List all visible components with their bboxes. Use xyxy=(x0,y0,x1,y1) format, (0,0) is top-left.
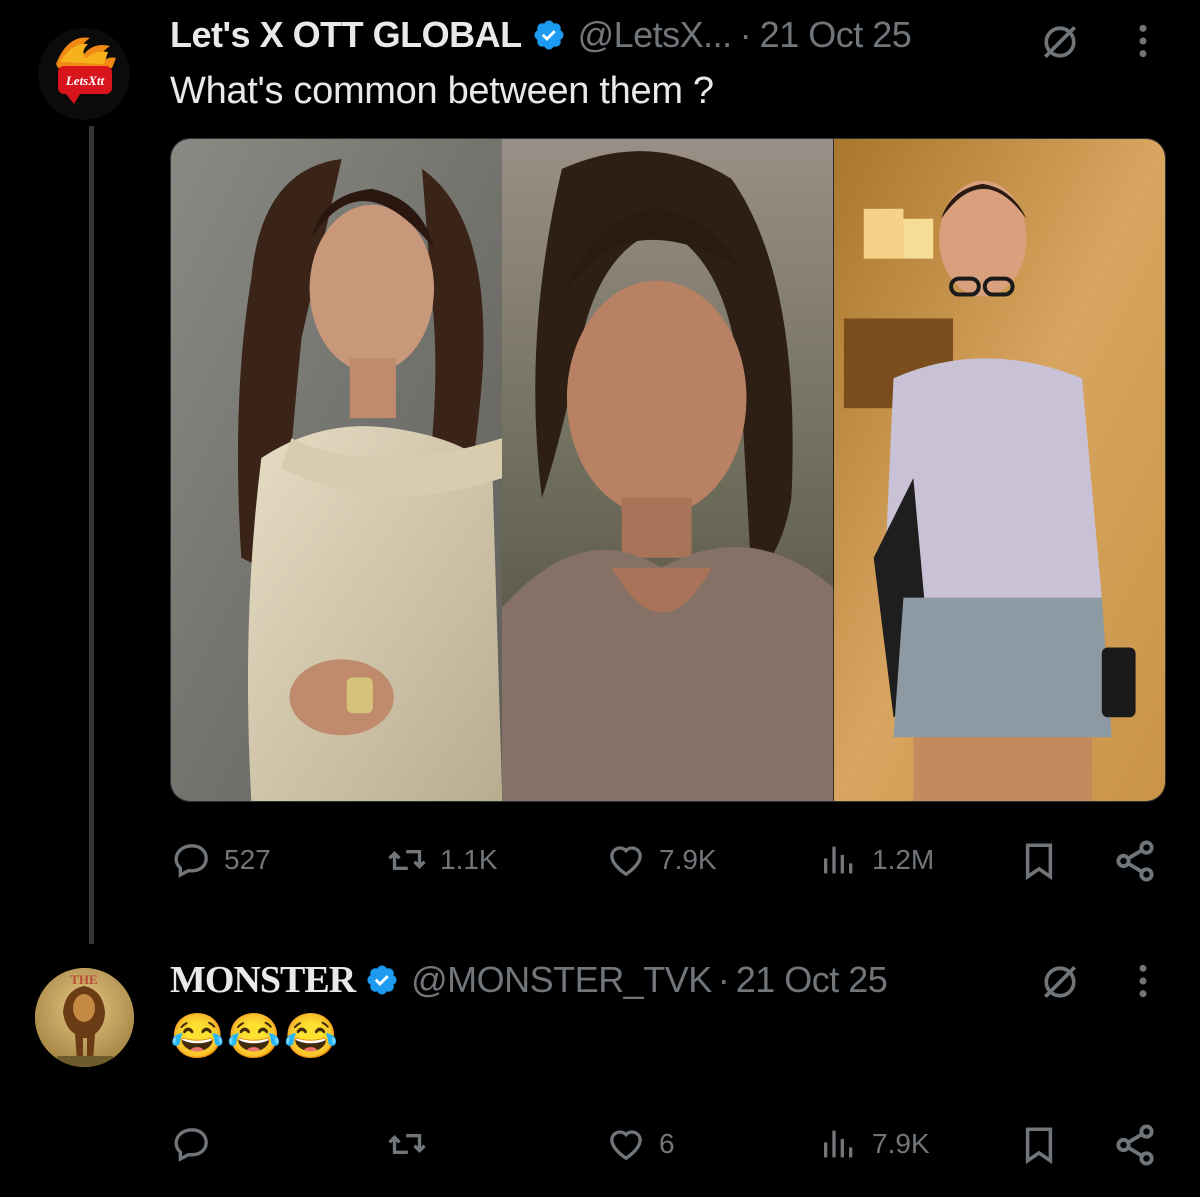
post-media[interactable] xyxy=(170,138,1166,802)
author-handle[interactable]: @LetsX... xyxy=(578,14,733,56)
share-icon[interactable] xyxy=(1112,838,1158,884)
views-button[interactable]: 1.2M xyxy=(818,840,934,880)
photo-1-illustration xyxy=(171,139,503,801)
lion-avatar: THE xyxy=(35,968,134,1067)
reply-button[interactable] xyxy=(172,1124,212,1164)
verified-icon xyxy=(534,20,564,50)
photo-1[interactable] xyxy=(171,139,503,801)
avatar-monster[interactable]: THE xyxy=(35,968,134,1067)
views-count: 7.9K xyxy=(872,1128,930,1159)
repost-button[interactable] xyxy=(386,1124,428,1164)
repost-icon xyxy=(388,850,426,870)
photo-2[interactable] xyxy=(502,139,834,801)
verified-icon xyxy=(367,965,397,995)
thread-line xyxy=(89,126,94,944)
grok-icon[interactable] xyxy=(1038,960,1082,1004)
post-date[interactable]: 21 Oct 25 xyxy=(736,959,888,1001)
reply-count: 527 xyxy=(224,844,271,875)
post-text: What's common between them ? xyxy=(170,70,714,112)
share-icon[interactable] xyxy=(1112,1122,1158,1168)
photo-3-illustration xyxy=(833,139,1165,801)
reply-text: 😂😂😂 xyxy=(170,1012,341,1061)
author-name[interactable]: Let's X OTT GLOBAL xyxy=(170,14,522,56)
like-icon xyxy=(610,846,642,877)
svg-text:LetsXtt: LetsXtt xyxy=(65,73,105,88)
views-icon xyxy=(824,846,853,874)
views-count: 1.2M xyxy=(872,844,935,875)
like-button[interactable]: 6 xyxy=(605,1124,675,1164)
author-name[interactable]: MONSTER xyxy=(170,958,356,1002)
separator-dot: · xyxy=(739,14,752,55)
more-icon[interactable] xyxy=(1128,22,1158,60)
post-header: Let's X OTT GLOBAL @LetsX... · 21 Oct 25 xyxy=(170,12,912,58)
reply-button[interactable]: 527 xyxy=(172,840,271,880)
views-icon xyxy=(824,1130,853,1158)
bookmark-icon[interactable] xyxy=(1018,1122,1060,1168)
more-icon[interactable] xyxy=(1128,962,1158,1000)
post-date[interactable]: 21 Oct 25 xyxy=(760,14,912,56)
reply-icon xyxy=(174,844,208,878)
bookmark-icon[interactable] xyxy=(1018,838,1060,884)
letsx-logo: LetsXtt xyxy=(38,28,130,120)
repost-button[interactable]: 1.1K xyxy=(386,840,498,880)
like-count: 7.9K xyxy=(659,844,717,875)
photo-2-illustration xyxy=(502,139,834,801)
reply-header: MONSTER @MONSTER_TVK · 21 Oct 25 xyxy=(170,956,888,1004)
like-button[interactable]: 7.9K xyxy=(605,840,717,880)
repost-count: 1.1K xyxy=(440,844,498,875)
reply-icon xyxy=(174,1128,208,1162)
like-icon xyxy=(610,1130,642,1161)
repost-icon xyxy=(388,1134,426,1154)
views-button[interactable]: 7.9K xyxy=(818,1124,930,1164)
grok-icon[interactable] xyxy=(1038,20,1082,64)
photo-3[interactable] xyxy=(833,139,1165,801)
separator-dot: · xyxy=(717,959,730,1000)
like-count: 6 xyxy=(659,1128,675,1159)
author-handle[interactable]: @MONSTER_TVK xyxy=(411,959,712,1001)
svg-text:THE: THE xyxy=(70,972,97,987)
avatar-letsx-ott[interactable]: LetsXtt xyxy=(38,28,130,120)
